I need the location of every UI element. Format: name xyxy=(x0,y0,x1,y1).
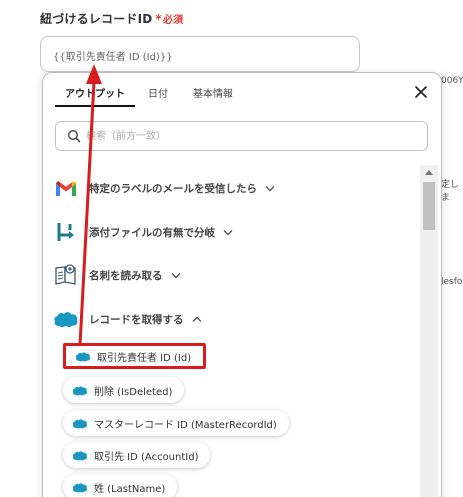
section-label: 添付ファイルの有無で分岐 xyxy=(89,226,215,239)
record-id-input-value: {{取引先責任者 ID (Id)}} xyxy=(53,52,173,63)
section-label: 名刺を読み取る xyxy=(89,269,163,282)
field-chip-label: 姓 (LastName) xyxy=(94,483,166,495)
field-chip-label: 取引先 ID (AccountId) xyxy=(94,451,199,463)
variable-picker-panel: アウトプット 日付 基本情報 特定のラベルのメールを受信したら xyxy=(42,72,442,497)
close-button[interactable] xyxy=(410,81,432,103)
field-chip-label: 削除 (IsDeleted) xyxy=(94,386,173,398)
section-branch[interactable]: 添付ファイルの有無で分岐 xyxy=(53,219,233,245)
tab-date[interactable]: 日付 xyxy=(148,85,168,100)
salesforce-icon xyxy=(72,450,88,461)
search-input[interactable] xyxy=(86,127,406,145)
field-chip-master-record-id[interactable]: マスターレコード ID (MasterRecordId) xyxy=(63,410,289,436)
section-business-card[interactable]: 名刺を読み取る xyxy=(53,262,181,288)
required-text: 必須 xyxy=(162,15,184,26)
field-chip-contact-id[interactable]: 取引先責任者 ID (Id) xyxy=(63,343,207,369)
active-tab-indicator xyxy=(55,105,135,107)
background-text: lesfor xyxy=(441,277,463,287)
field-label-text: 紐づけるレコードID xyxy=(40,12,153,26)
salesforce-icon xyxy=(72,385,88,396)
section-gmail-trigger[interactable]: 特定のラベルのメールを受信したら xyxy=(53,175,275,201)
search-field[interactable] xyxy=(55,121,428,151)
section-get-record[interactable]: レコードを取得する xyxy=(53,306,202,332)
branch-icon xyxy=(53,219,79,245)
field-chip-label: 取引先責任者 ID (Id) xyxy=(97,352,192,364)
chevron-up-icon xyxy=(192,316,202,323)
background-text: 定しま xyxy=(441,180,460,203)
section-label: レコードを取得する xyxy=(89,313,184,326)
background-text: 006Y xyxy=(441,76,463,86)
tab-output[interactable]: アウトプット xyxy=(65,85,125,100)
business-card-icon xyxy=(53,262,79,288)
required-star: * xyxy=(155,12,162,26)
gmail-icon xyxy=(53,175,79,201)
tab-basic-info[interactable]: 基本情報 xyxy=(193,85,233,100)
salesforce-icon xyxy=(72,418,88,429)
chevron-down-icon xyxy=(223,229,233,236)
close-icon xyxy=(415,86,427,98)
salesforce-icon xyxy=(53,306,79,332)
field-label: 紐づけるレコードID *必須 xyxy=(40,10,183,27)
search-icon xyxy=(67,129,81,143)
scroll-up-arrow-icon[interactable] xyxy=(424,169,434,176)
record-id-input[interactable]: {{取引先責任者 ID (Id)}} xyxy=(40,36,360,72)
scrollbar-thumb[interactable] xyxy=(423,182,435,230)
chevron-down-icon xyxy=(265,185,275,192)
field-chip-last-name[interactable]: 姓 (LastName) xyxy=(63,474,178,497)
field-chip-is-deleted[interactable]: 削除 (IsDeleted) xyxy=(63,377,185,403)
field-chip-label: マスターレコード ID (MasterRecordId) xyxy=(94,419,277,431)
salesforce-icon xyxy=(72,482,88,493)
tab-bar: アウトプット 日付 基本情報 xyxy=(43,73,441,107)
section-label: 特定のラベルのメールを受信したら xyxy=(89,182,257,195)
field-chip-account-id[interactable]: 取引先 ID (AccountId) xyxy=(63,442,211,468)
chevron-down-icon xyxy=(171,272,181,279)
salesforce-icon xyxy=(75,351,91,362)
